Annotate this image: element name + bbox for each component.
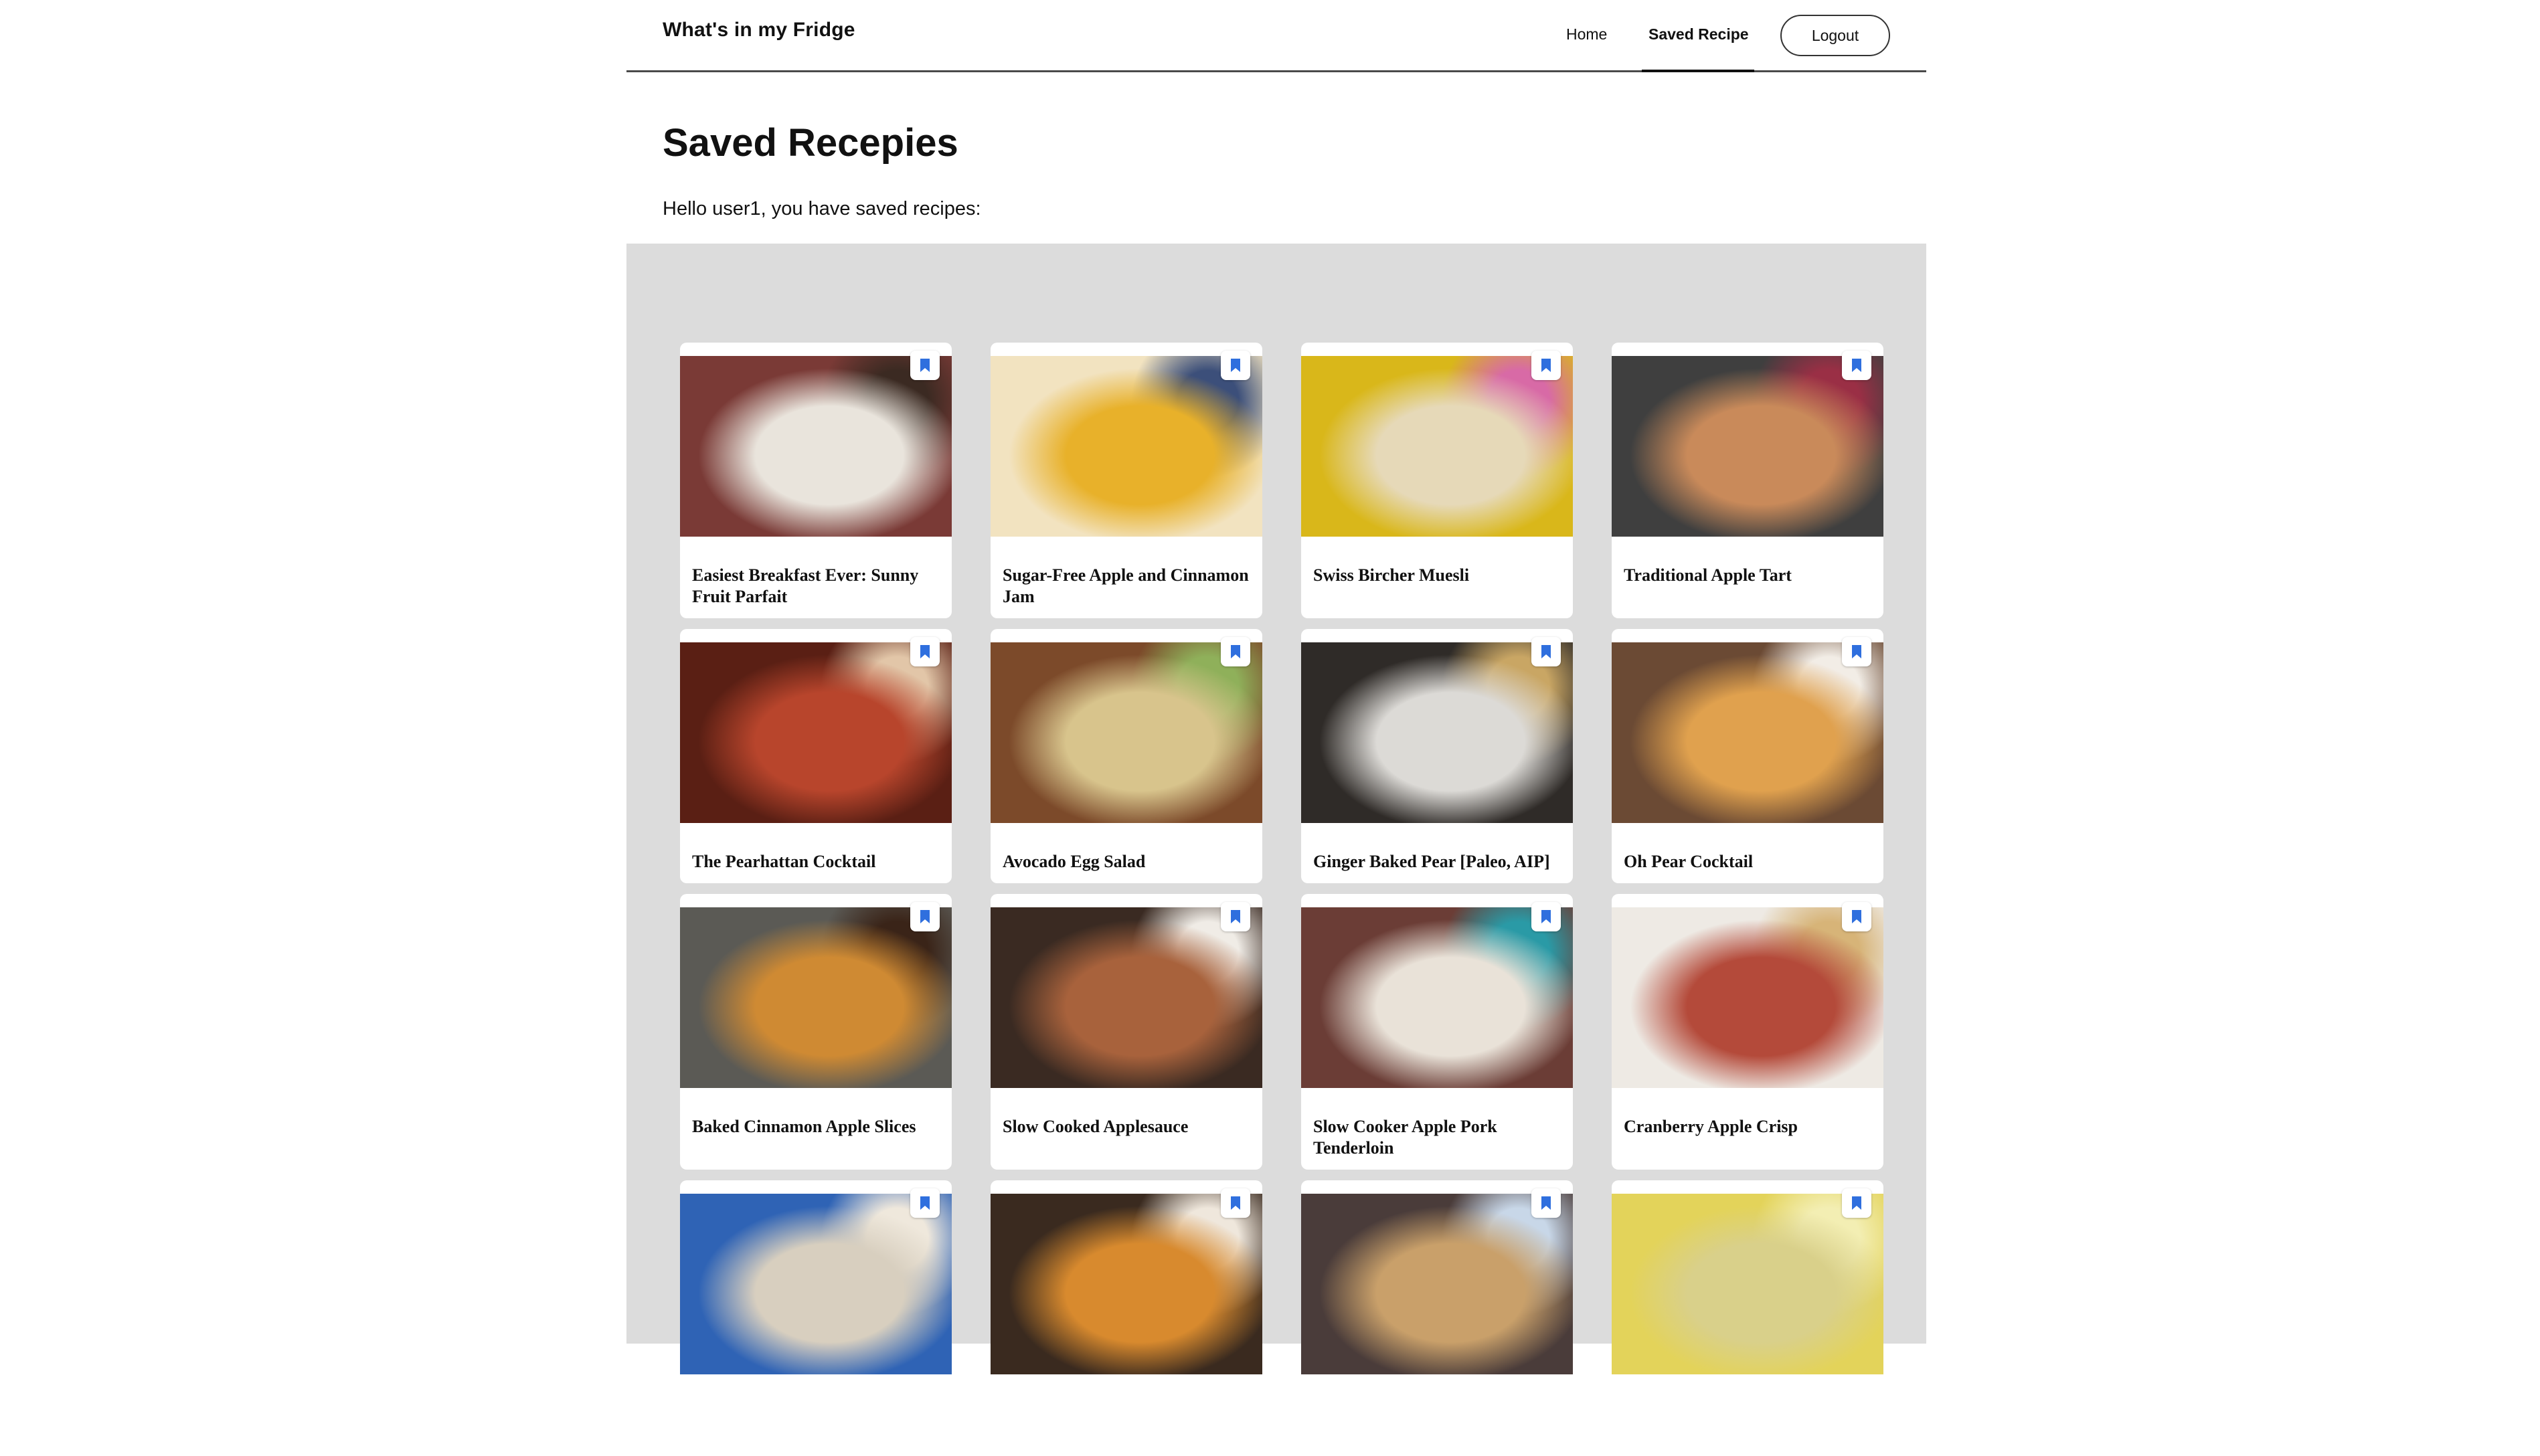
bookmark-icon[interactable]	[1842, 351, 1871, 380]
recipe-card[interactable]: Avocado Egg Salad	[991, 629, 1262, 883]
nav-saved-recipe-link[interactable]: Saved Recipe	[1648, 25, 1749, 43]
bookmark-icon[interactable]	[1221, 1188, 1250, 1218]
bookmark-icon[interactable]	[1842, 637, 1871, 666]
saved-recipes-panel: Easiest Breakfast Ever: Sunny Fruit Parf…	[626, 244, 1926, 1456]
recipe-image[interactable]	[991, 1194, 1262, 1374]
recipe-title[interactable]: Avocado Egg Salad	[1003, 851, 1250, 873]
recipe-title[interactable]: Swiss Bircher Muesli	[1313, 565, 1561, 586]
nav-home-link[interactable]: Home	[1566, 25, 1607, 43]
recipe-title[interactable]: Easiest Breakfast Ever: Sunny Fruit Parf…	[692, 565, 940, 608]
recipe-card[interactable]: Ginger Baked Pear [Paleo, AIP]	[1301, 629, 1573, 883]
recipe-card[interactable]: Slow Cooked Applesauce	[991, 894, 1262, 1170]
recipe-card[interactable]: Sugar-Free Apple and Cinnamon Jam	[991, 343, 1262, 618]
bookmark-icon[interactable]	[1531, 902, 1561, 931]
recipe-card[interactable]: Swiss Bircher Muesli	[1301, 343, 1573, 618]
recipe-card[interactable]	[1301, 1180, 1573, 1456]
recipe-image[interactable]	[1301, 642, 1573, 823]
recipe-card[interactable]	[1612, 1180, 1883, 1456]
recipe-image[interactable]	[680, 1194, 952, 1374]
recipe-title[interactable]: Oh Pear Cocktail	[1624, 851, 1871, 873]
navbar: What's in my Fridge Home Saved Recipe Lo…	[626, 0, 1926, 72]
recipe-title[interactable]: Slow Cooked Applesauce	[1003, 1116, 1250, 1138]
bookmark-icon[interactable]	[910, 902, 940, 931]
recipe-card[interactable]	[680, 1180, 952, 1456]
recipe-image[interactable]	[991, 907, 1262, 1088]
recipe-title[interactable]: Sugar-Free Apple and Cinnamon Jam	[1003, 565, 1250, 608]
recipe-card[interactable]: Easiest Breakfast Ever: Sunny Fruit Parf…	[680, 343, 952, 618]
app-container: What's in my Fridge Home Saved Recipe Lo…	[626, 0, 1926, 1456]
recipe-title[interactable]: Slow Cooker Apple Pork Tenderloin	[1313, 1116, 1561, 1159]
recipe-title[interactable]: Cranberry Apple Crisp	[1624, 1116, 1871, 1138]
bookmark-icon[interactable]	[910, 637, 940, 666]
logout-button[interactable]: Logout	[1780, 15, 1890, 56]
recipe-image[interactable]	[1612, 1194, 1883, 1374]
bookmark-icon[interactable]	[910, 1188, 940, 1218]
recipe-image[interactable]	[991, 356, 1262, 537]
bookmark-icon[interactable]	[1531, 351, 1561, 380]
recipe-card[interactable]: Baked Cinnamon Apple Slices	[680, 894, 952, 1170]
recipe-image[interactable]	[1612, 356, 1883, 537]
bookmark-icon[interactable]	[1221, 351, 1250, 380]
active-nav-indicator	[1642, 70, 1754, 72]
recipe-card[interactable]	[991, 1180, 1262, 1456]
bookmark-icon[interactable]	[1221, 902, 1250, 931]
recipe-image[interactable]	[1301, 1194, 1573, 1374]
bookmark-icon[interactable]	[1531, 637, 1561, 666]
recipe-image[interactable]	[680, 642, 952, 823]
recipe-title[interactable]: Traditional Apple Tart	[1624, 565, 1871, 586]
recipe-card[interactable]: The Pearhattan Cocktail	[680, 629, 952, 883]
recipe-card[interactable]: Slow Cooker Apple Pork Tenderloin	[1301, 894, 1573, 1170]
recipe-title[interactable]: The Pearhattan Cocktail	[692, 851, 940, 873]
recipe-card[interactable]: Oh Pear Cocktail	[1612, 629, 1883, 883]
recipe-image[interactable]	[1612, 642, 1883, 823]
recipe-title[interactable]: Baked Cinnamon Apple Slices	[692, 1116, 940, 1138]
greeting-text: Hello user1, you have saved recipes:	[663, 198, 981, 219]
recipe-image[interactable]	[680, 907, 952, 1088]
page-title: Saved Recepies	[663, 121, 958, 165]
bookmark-icon[interactable]	[1221, 637, 1250, 666]
recipe-card[interactable]: Traditional Apple Tart	[1612, 343, 1883, 618]
recipe-title[interactable]: Ginger Baked Pear [Paleo, AIP]	[1313, 851, 1561, 873]
recipe-image[interactable]	[991, 642, 1262, 823]
recipe-image[interactable]	[1301, 356, 1573, 537]
bookmark-icon[interactable]	[1531, 1188, 1561, 1218]
recipe-card[interactable]: Cranberry Apple Crisp	[1612, 894, 1883, 1170]
bookmark-icon[interactable]	[1842, 902, 1871, 931]
recipe-image[interactable]	[1301, 907, 1573, 1088]
recipe-image[interactable]	[680, 356, 952, 537]
bookmark-icon[interactable]	[910, 351, 940, 380]
bookmark-icon[interactable]	[1842, 1188, 1871, 1218]
brand-logo-text[interactable]: What's in my Fridge	[663, 19, 855, 41]
recipe-image[interactable]	[1612, 907, 1883, 1088]
